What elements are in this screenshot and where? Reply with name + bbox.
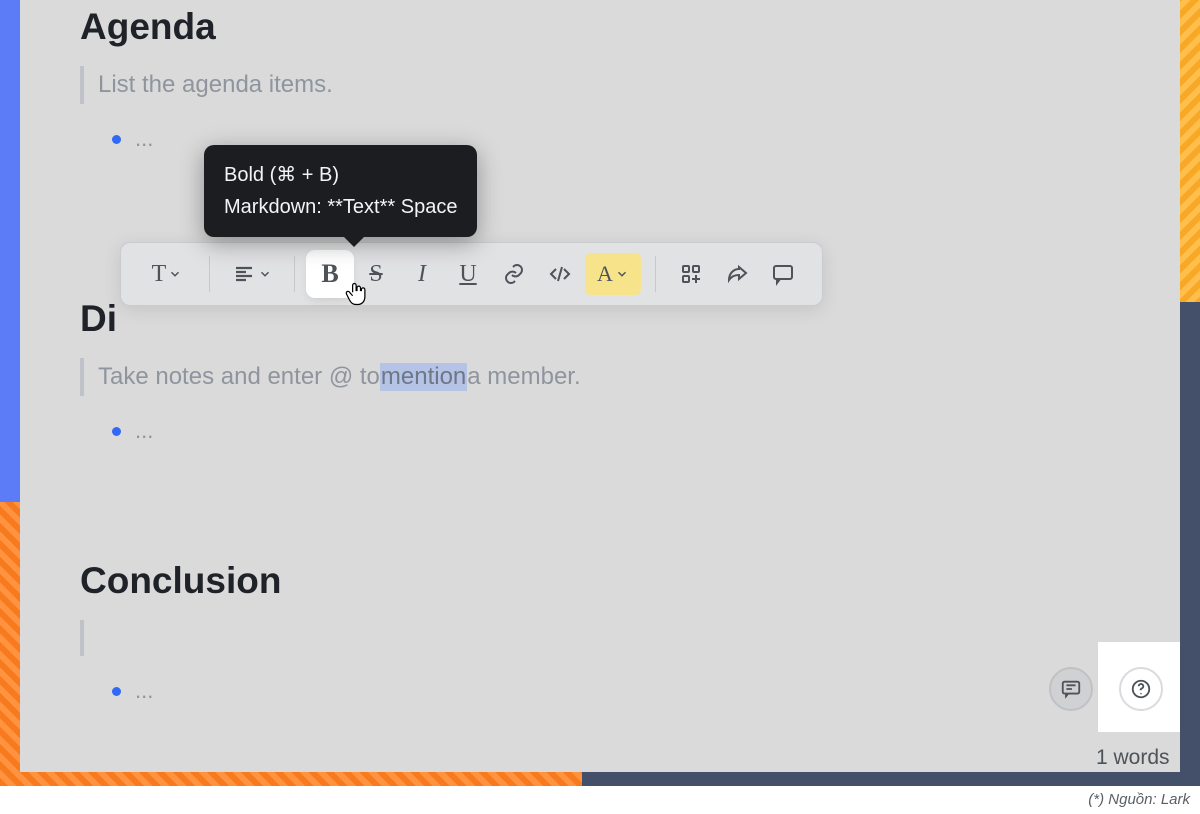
align-left-icon bbox=[232, 262, 256, 286]
align-dropdown[interactable] bbox=[224, 253, 280, 295]
document-editor-surface[interactable]: Agenda List the agenda items. ... Di Tak… bbox=[20, 0, 1180, 772]
chevron-down-icon bbox=[168, 267, 182, 281]
underline-button[interactable]: U bbox=[447, 253, 489, 295]
bullet-agenda-text: ... bbox=[135, 126, 153, 152]
bullet-conclusion[interactable]: ... bbox=[112, 678, 1120, 704]
share-button[interactable] bbox=[716, 253, 758, 295]
bullet-dot-icon bbox=[112, 135, 121, 144]
formatting-toolbar: T B S I U bbox=[120, 242, 823, 306]
bullet-discussion-text: ... bbox=[135, 418, 153, 444]
bold-tooltip: Bold (⌘ + B) Markdown: **Text** Space bbox=[204, 145, 477, 237]
text-style-dropdown[interactable]: T bbox=[139, 253, 195, 295]
placeholder-agenda[interactable]: List the agenda items. bbox=[80, 66, 1120, 104]
toolbar-separator bbox=[294, 256, 295, 292]
source-credit: (*) Nguồn: Lark bbox=[0, 791, 1190, 808]
italic-label: I bbox=[418, 261, 426, 288]
bullet-discussion[interactable]: ... bbox=[112, 418, 1120, 444]
code-icon bbox=[548, 262, 572, 286]
tooltip-line2: Markdown: **Text** Space bbox=[224, 191, 457, 223]
chevron-down-icon bbox=[258, 267, 272, 281]
text-style-label: T bbox=[152, 261, 167, 288]
help-button[interactable] bbox=[1119, 667, 1163, 711]
textcolor-label: A bbox=[597, 261, 613, 287]
tooltip-line1: Bold (⌘ + B) bbox=[224, 159, 457, 191]
placeholder-discussion-pre: Take notes and enter @ to bbox=[98, 363, 380, 391]
share-arrow-icon bbox=[725, 262, 749, 286]
bullet-conclusion-text: ... bbox=[135, 678, 153, 704]
selected-text-mention: mention bbox=[380, 363, 467, 391]
placeholder-agenda-text: List the agenda items. bbox=[98, 71, 333, 99]
text-color-dropdown[interactable]: A bbox=[585, 253, 641, 295]
chevron-down-icon bbox=[615, 267, 629, 281]
bold-button[interactable]: B bbox=[309, 253, 351, 295]
toolbar-separator bbox=[655, 256, 656, 292]
bullet-dot-icon bbox=[112, 427, 121, 436]
strikethrough-button[interactable]: S bbox=[355, 253, 397, 295]
bullet-dot-icon bbox=[112, 687, 121, 696]
link-icon bbox=[502, 262, 526, 286]
heading-agenda[interactable]: Agenda bbox=[80, 0, 1120, 48]
heading-conclusion[interactable]: Conclusion bbox=[80, 554, 1120, 602]
question-icon bbox=[1130, 678, 1152, 700]
blocks-grid-icon bbox=[679, 262, 703, 286]
insert-block-button[interactable] bbox=[670, 253, 712, 295]
link-button[interactable] bbox=[493, 253, 535, 295]
placeholder-conclusion[interactable] bbox=[80, 620, 1120, 656]
placeholder-discussion-post: a member. bbox=[467, 363, 580, 391]
underline-label: U bbox=[459, 261, 476, 288]
comments-icon bbox=[1060, 678, 1082, 700]
bold-label: B bbox=[321, 259, 338, 289]
toolbar-separator bbox=[209, 256, 210, 292]
comment-icon bbox=[771, 262, 795, 286]
comments-panel-button[interactable] bbox=[1049, 667, 1093, 711]
italic-button[interactable]: I bbox=[401, 253, 443, 295]
code-button[interactable] bbox=[539, 253, 581, 295]
word-count: 1 words bbox=[1096, 746, 1170, 770]
comment-button[interactable] bbox=[762, 253, 804, 295]
strike-label: S bbox=[369, 261, 382, 288]
placeholder-discussion[interactable]: Take notes and enter @ to mention a memb… bbox=[80, 358, 1120, 396]
